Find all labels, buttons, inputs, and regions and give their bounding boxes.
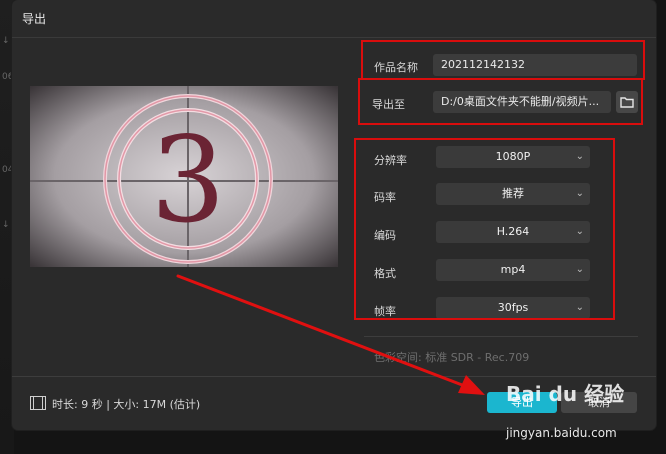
resolution-label: 分辨率 (374, 154, 407, 167)
cancel-button[interactable]: 取消 (561, 392, 637, 413)
codec-label: 编码 (374, 229, 396, 242)
name-label: 作品名称 (374, 61, 418, 74)
footer-divider (12, 376, 656, 377)
download-icon: ↓ (2, 220, 10, 230)
resolution-select[interactable]: 1080P ⌄ (436, 146, 590, 168)
framerate-select[interactable]: 30fps ⌄ (436, 297, 590, 319)
chevron-down-icon: ⌄ (575, 188, 584, 199)
codec-value: H.264 (496, 225, 530, 238)
bitrate-label: 码率 (374, 191, 396, 204)
export-path-input[interactable]: D:/0桌面文件夹不能删/视频片... (433, 91, 611, 113)
framerate-value: 30fps (497, 301, 529, 314)
color-space-text: 色彩空间: 标准 SDR - Rec.709 (374, 351, 530, 364)
download-icon: ↓ (2, 36, 10, 46)
resolution-value: 1080P (495, 150, 531, 163)
dialog-title: 导出 (22, 12, 47, 26)
chevron-down-icon: ⌄ (575, 264, 584, 275)
countdown-number: 3 (150, 111, 225, 249)
framerate-label: 帧率 (374, 305, 396, 318)
codec-select[interactable]: H.264 ⌄ (436, 221, 590, 243)
film-icon (30, 396, 46, 410)
chevron-down-icon: ⌄ (575, 302, 584, 313)
bitrate-select[interactable]: 推荐 ⌄ (436, 183, 590, 205)
browse-folder-button[interactable] (616, 91, 638, 113)
chevron-down-icon: ⌄ (575, 151, 584, 162)
export-dialog: 导出 3 作品名称 202112142132 导出至 D:/0桌面文件夹不能删/… (12, 0, 656, 430)
settings-divider (364, 336, 638, 337)
folder-icon (620, 97, 634, 108)
format-value: mp4 (500, 263, 526, 276)
video-preview: 3 (30, 86, 338, 267)
export-button[interactable]: 导出 (487, 392, 557, 413)
export-to-label: 导出至 (372, 98, 405, 111)
countdown-frame-image: 3 (30, 86, 338, 267)
bitrate-value: 推荐 (502, 187, 524, 200)
export-info: 时长: 9 秒 | 大小: 17M (估计) (30, 396, 200, 412)
dialog-titlebar: 导出 (12, 0, 656, 38)
duration-size-text: 时长: 9 秒 | 大小: 17M (估计) (52, 398, 201, 411)
format-select[interactable]: mp4 ⌄ (436, 259, 590, 281)
format-label: 格式 (374, 267, 396, 280)
chevron-down-icon: ⌄ (575, 226, 584, 237)
name-input[interactable]: 202112142132 (433, 54, 637, 76)
